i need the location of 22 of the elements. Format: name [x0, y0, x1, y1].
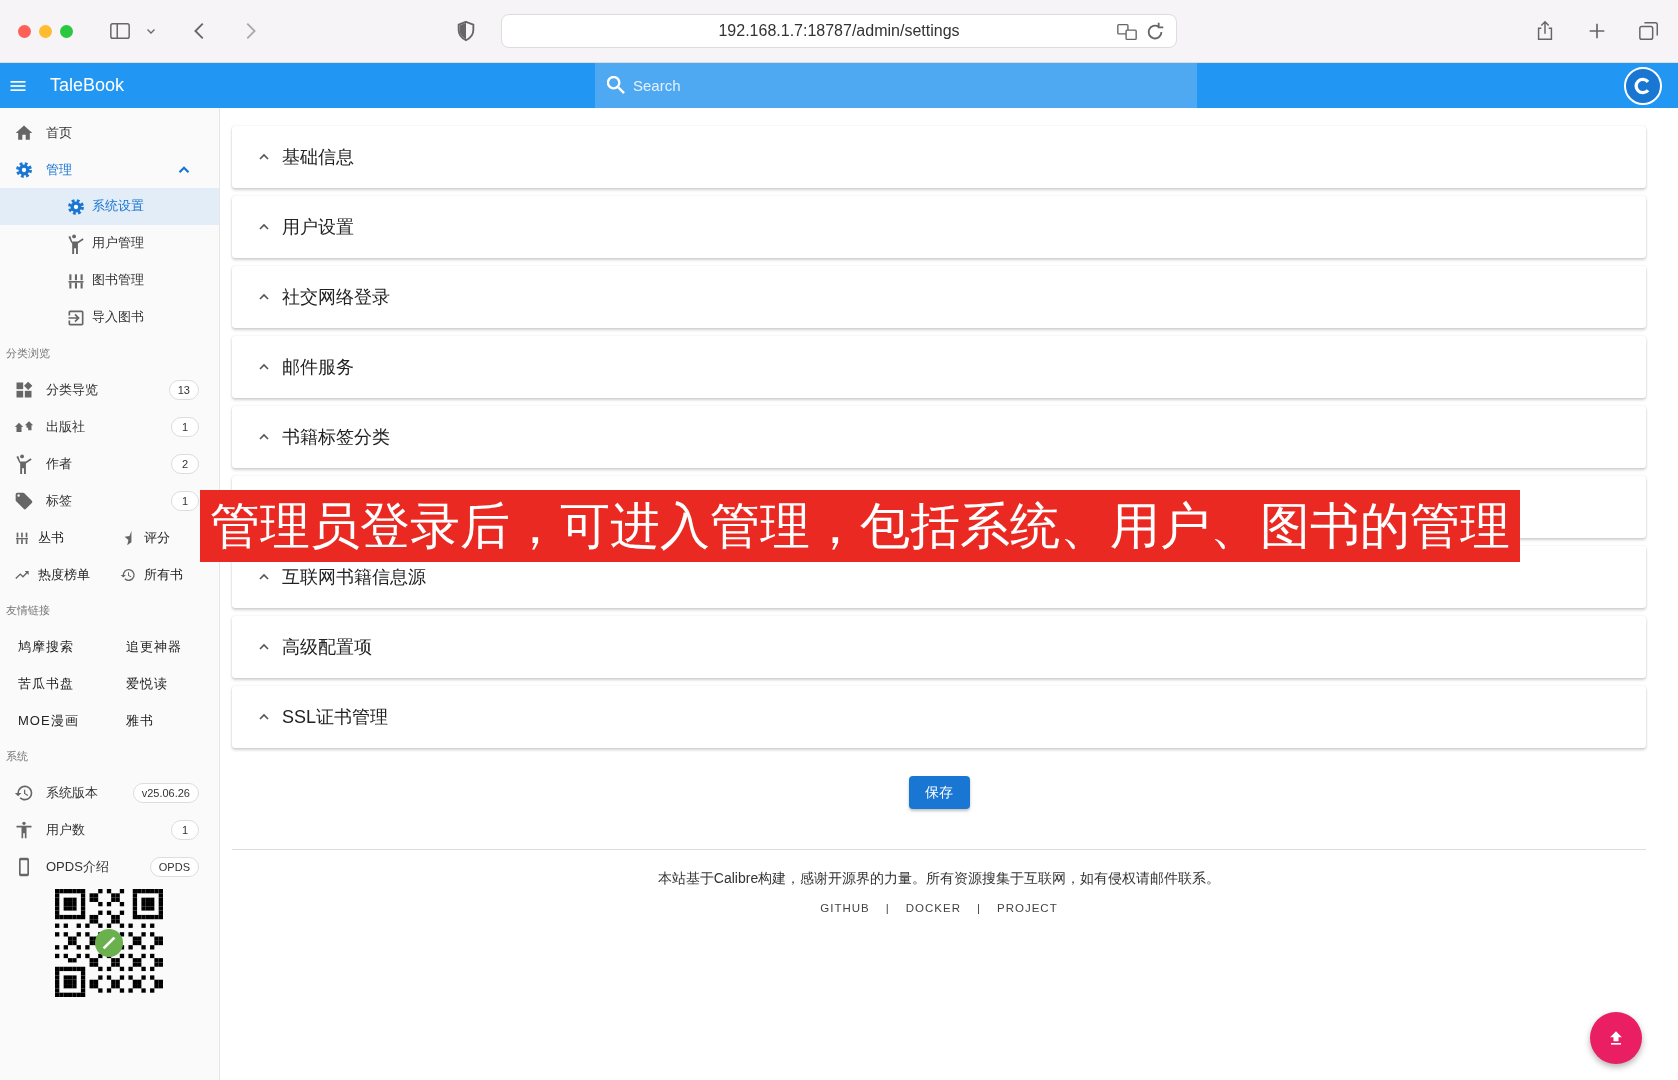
item-label: 分类导览: [46, 380, 98, 399]
count-badge: 1: [171, 416, 199, 437]
count-badge: 13: [168, 379, 199, 400]
caption-overlay: 管理员登录后，可进入管理，包括系统、用户、图书的管理: [200, 490, 1520, 562]
app-title: TaleBook: [50, 75, 126, 96]
count-badge: v25.06.26: [132, 782, 199, 803]
count-badge: OPDS: [149, 856, 199, 877]
section-heading: 分类浏览: [5, 346, 51, 361]
count-badge: 1: [171, 490, 199, 511]
count-badge: 2: [171, 453, 199, 474]
item-label: 出版社: [46, 417, 85, 436]
link-separator: |: [885, 902, 890, 914]
section-heading: 系统: [5, 749, 29, 764]
link-separator: |: [977, 902, 981, 914]
item-label: OPDS介绍: [46, 857, 109, 876]
item-label: 作者: [46, 454, 72, 473]
item-label: 系统版本: [46, 783, 98, 802]
count-badge: 1: [171, 819, 199, 840]
item-label: 用户数: [46, 820, 85, 839]
section-heading: 友情链接: [5, 603, 51, 618]
footer-text: 本站基于Calibre构建，感谢开源界的力量。所有资源搜集于互联网，如有侵权请邮件联系。: [657, 870, 1221, 886]
item-label: 标签: [46, 491, 72, 510]
